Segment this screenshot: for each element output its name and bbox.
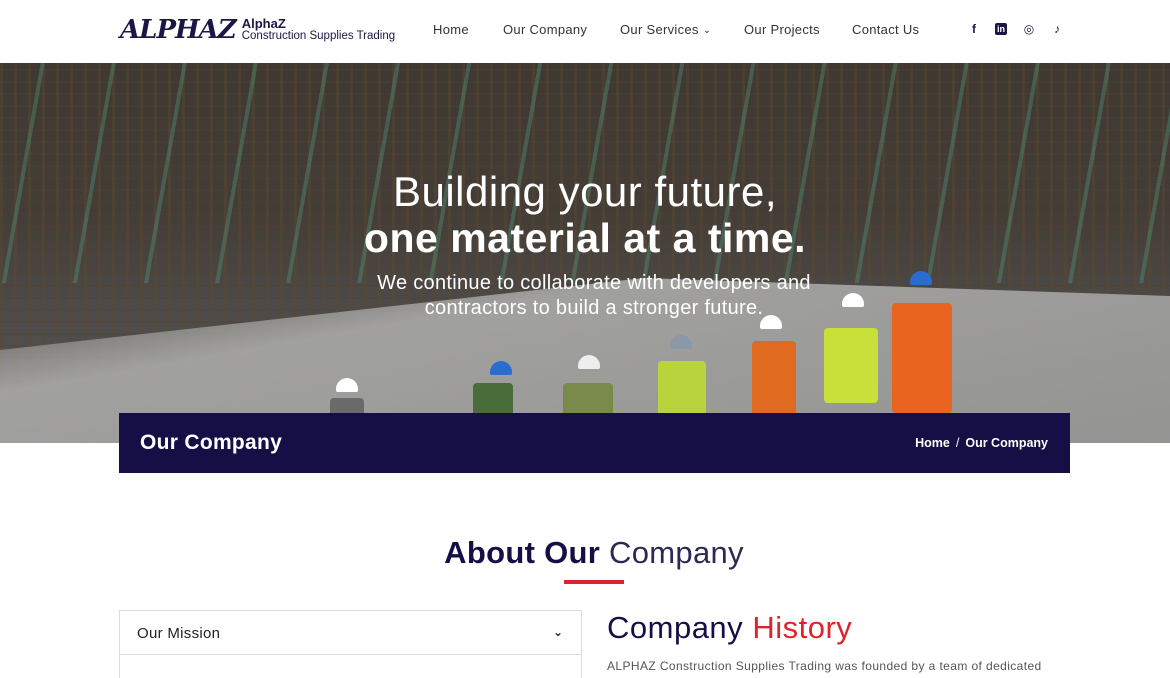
about-heading-bold: About Our <box>444 535 601 570</box>
hero-headline-line1: Building your future, <box>392 168 778 215</box>
logo-subtitle: Construction Supplies Trading <box>241 30 396 42</box>
breadcrumb-current: Our Company <box>965 436 1048 450</box>
chevron-down-icon: ⌄ <box>552 625 563 639</box>
page-title-bar: Our Company Home / Our Company <box>119 413 1070 473</box>
hero-headline-line2: one material at a time. <box>363 215 807 261</box>
logo[interactable]: ALPHAZ AlphaZ Construction Supplies Trad… <box>120 14 395 46</box>
breadcrumb: Home / Our Company <box>915 436 1048 450</box>
hero-banner: Building your future, one material at a … <box>0 63 1170 443</box>
nav-home[interactable]: Home <box>433 22 469 37</box>
worker-figure <box>892 303 952 413</box>
about-heading: About Our Company <box>0 535 1170 571</box>
mission-accordion: Our Mission ⌄ <box>119 610 582 678</box>
history-paragraph: ALPHAZ Construction Supplies Trading was… <box>607 659 1042 673</box>
page-title: Our Company <box>140 431 283 454</box>
facebook-icon[interactable]: f <box>967 22 981 36</box>
site-header: ALPHAZ AlphaZ Construction Supplies Trad… <box>0 0 1170 63</box>
nav-our-projects[interactable]: Our Projects <box>744 22 820 37</box>
nav-our-services-label: Our Services <box>620 22 699 37</box>
history-heading-main: Company <box>607 610 744 645</box>
nav-our-services[interactable]: Our Services ⌄ <box>620 22 711 37</box>
instagram-icon[interactable]: ◎ <box>1022 22 1036 36</box>
accordion-header-mission[interactable]: Our Mission ⌄ <box>120 611 581 655</box>
logo-mark: ALPHAZ <box>120 15 237 45</box>
breadcrumb-home[interactable]: Home <box>915 436 950 450</box>
nav-contact-us[interactable]: Contact Us <box>852 22 919 37</box>
chevron-down-icon: ⌄ <box>702 25 712 36</box>
linkedin-icon[interactable]: in <box>995 23 1007 35</box>
accordion-label: Our Mission <box>137 625 221 642</box>
heading-underline <box>564 580 624 584</box>
about-heading-light: Company <box>609 535 744 570</box>
logo-name: AlphaZ <box>241 16 286 31</box>
worker-figure <box>824 328 878 403</box>
hero-subheadline: We continue to collaborate with develope… <box>377 272 811 319</box>
logo-text: AlphaZ Construction Supplies Trading <box>241 16 396 42</box>
tiktok-icon[interactable]: ♪ <box>1050 22 1064 36</box>
breadcrumb-separator: / <box>955 436 960 450</box>
history-heading-accent: History <box>752 610 853 645</box>
company-history-heading: Company History <box>607 610 852 646</box>
nav-our-company[interactable]: Our Company <box>503 22 587 37</box>
